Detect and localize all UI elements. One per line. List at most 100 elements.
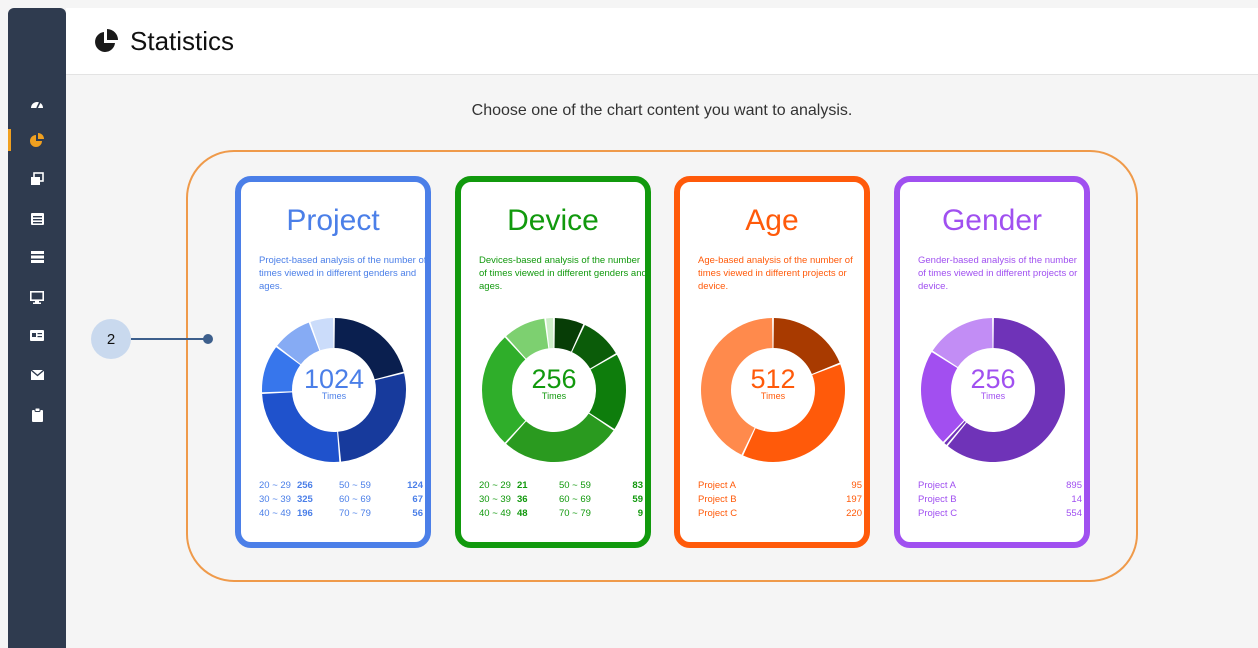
age-range: 40 ~ 49 — [479, 507, 511, 519]
age-range: 20 ~ 29 — [259, 479, 291, 491]
table-row: Project A 95 — [698, 478, 862, 492]
table-row: 40 ~ 49 48 70 ~ 79 9 — [479, 506, 643, 520]
count: 554 — [1066, 507, 1082, 519]
project-card[interactable]: Project Project-based analysis of the nu… — [235, 176, 431, 548]
card-title: Device — [507, 204, 599, 237]
card-title: Project — [286, 204, 380, 237]
card-title: Age — [745, 204, 799, 237]
total-unit: Times — [321, 391, 347, 401]
donut-center: 256 Times — [479, 365, 629, 401]
sidebar-item-server[interactable] — [8, 244, 66, 270]
project-name: Project A — [698, 479, 737, 491]
count: 14 — [1071, 493, 1082, 505]
sidebar-item-monitor[interactable] — [8, 284, 66, 310]
age-range: 30 ~ 39 — [259, 493, 291, 505]
total-unit: Times — [541, 391, 567, 401]
donut-center: 1024 Times — [259, 365, 409, 401]
age-range: 40 ~ 49 — [259, 507, 291, 519]
age-range: 60 ~ 69 — [558, 493, 591, 505]
count: 124 — [407, 479, 423, 491]
stats-table: Project A 95 Project B 197 Project C 220 — [698, 478, 862, 520]
total-count: 1024 — [303, 364, 365, 394]
age-range: 60 ~ 69 — [338, 493, 371, 505]
callout-dot — [203, 334, 213, 344]
count: 83 — [632, 479, 643, 491]
page-header: Statistics — [66, 8, 1258, 75]
total-count: 256 — [531, 364, 577, 394]
device-card[interactable]: Device Devices-based analysis of the num… — [455, 176, 651, 548]
sidebar-item-statistics[interactable] — [8, 127, 66, 153]
clipboard-icon — [31, 408, 43, 422]
count: 95 — [851, 479, 862, 491]
count: 48 — [516, 507, 528, 519]
card-description: Project-based analysis of the number of … — [259, 255, 427, 292]
sidebar-item-clipboard[interactable] — [8, 402, 66, 428]
card-description: Gender-based analysis of the number of t… — [918, 255, 1078, 292]
sidebar-item-list[interactable] — [8, 206, 66, 232]
table-row: Project C 220 — [698, 506, 862, 520]
table-row: 40 ~ 49 196 70 ~ 79 56 — [259, 506, 423, 520]
pie-chart-icon — [94, 29, 118, 53]
total-count: 512 — [750, 364, 796, 394]
stats-table: 20 ~ 29 21 50 ~ 59 83 30 ~ 39 36 60 ~ 69… — [479, 478, 643, 520]
gallery-icon — [31, 172, 44, 185]
sidebar — [8, 8, 66, 648]
table-row: 20 ~ 29 21 50 ~ 59 83 — [479, 478, 643, 492]
count: 196 — [296, 507, 313, 519]
stats-table: 20 ~ 29 256 50 ~ 59 124 30 ~ 39 325 60 ~… — [259, 478, 423, 520]
project-name: Project B — [698, 493, 737, 505]
page-title: Statistics — [130, 25, 235, 56]
count: 36 — [516, 493, 528, 505]
table-row: 30 ~ 39 325 60 ~ 69 67 — [259, 492, 423, 506]
age-range: 30 ~ 39 — [479, 493, 511, 505]
count: 220 — [846, 507, 862, 519]
age-range: 50 ~ 59 — [338, 479, 371, 491]
count: 895 — [1066, 479, 1082, 491]
count: 256 — [296, 479, 313, 491]
mail-icon — [30, 370, 44, 380]
count: 197 — [846, 493, 862, 505]
sidebar-item-dashboard[interactable] — [8, 90, 66, 116]
age-range: 70 ~ 79 — [338, 507, 371, 519]
callout-badge: 2 — [91, 319, 131, 359]
sidebar-item-id-card[interactable] — [8, 322, 66, 348]
callout-line — [131, 338, 207, 340]
project-name: Project B — [918, 493, 957, 505]
count: 9 — [637, 507, 643, 519]
dashboard-icon — [31, 101, 43, 109]
table-row: Project C 554 — [918, 506, 1082, 520]
sidebar-item-gallery[interactable] — [8, 166, 66, 192]
id-card-icon — [30, 329, 44, 341]
server-icon — [30, 251, 44, 263]
donut-slice — [262, 392, 340, 462]
age-card[interactable]: Age Age-based analysis of the number of … — [674, 176, 870, 548]
total-count: 256 — [970, 364, 1016, 394]
project-name: Project C — [918, 507, 958, 519]
count: 325 — [296, 493, 313, 505]
total-unit: Times — [760, 391, 786, 401]
card-title: Gender — [941, 204, 1043, 237]
gender-card[interactable]: Gender Gender-based analysis of the numb… — [894, 176, 1090, 548]
age-range: 70 ~ 79 — [558, 507, 591, 519]
donut-center: 256 Times — [918, 365, 1068, 401]
stats-table: Project A 895 Project B 14 Project C 554 — [918, 478, 1082, 520]
list-icon — [30, 213, 44, 225]
table-row: Project B 197 — [698, 492, 862, 506]
card-description: Age-based analysis of the number of time… — [698, 255, 853, 292]
sidebar-item-mail[interactable] — [8, 362, 66, 388]
age-range: 20 ~ 29 — [479, 479, 511, 491]
table-row: Project B 14 — [918, 492, 1082, 506]
table-row: 30 ~ 39 36 60 ~ 69 59 — [479, 492, 643, 506]
donut-center: 512 Times — [698, 365, 848, 401]
instruction-text: Choose one of the chart content you want… — [471, 102, 853, 119]
card-description: Devices-based analysis of the number of … — [479, 255, 647, 292]
count: 67 — [412, 493, 423, 505]
count: 56 — [412, 507, 423, 519]
project-name: Project A — [918, 479, 957, 491]
total-unit: Times — [980, 391, 1006, 401]
project-name: Project C — [698, 507, 738, 519]
pie-chart-icon — [30, 133, 44, 147]
count: 21 — [516, 479, 528, 491]
monitor-icon — [30, 290, 44, 304]
count: 59 — [632, 493, 643, 505]
